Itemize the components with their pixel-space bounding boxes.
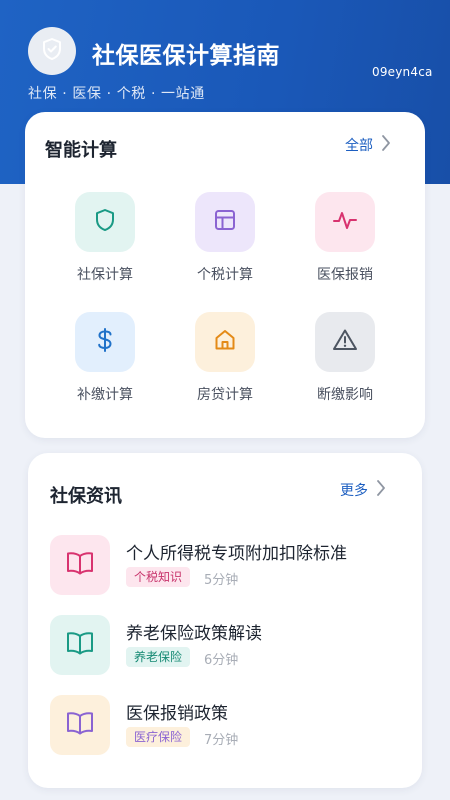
news-item[interactable]: 个人所得税专项附加扣除标准 个税知识 5分钟 [50,535,400,595]
news-read-time: 5分钟 [204,573,239,588]
calc-item-label: 个税计算 [197,267,253,283]
calc-item-mortgage[interactable]: 房贷计算 [165,312,285,404]
news-item[interactable]: 医保报销政策 医疗保险 7分钟 [50,695,400,755]
news-more-link[interactable]: 更多 [340,479,386,501]
shield-icon [94,208,116,236]
smart-calc-card: 智能计算 全部 社保计算 个税计算 医保报销 补缴计算 房贷计算 断缴影响 [25,112,425,438]
app-title: 社保医保计算指南 [92,43,280,69]
home-icon [213,328,237,356]
news-tag: 医疗保险 [126,727,191,747]
news-item-title: 养老保险政策解读 [126,624,262,644]
news-item-title: 医保报销政策 [126,704,228,724]
smart-calc-title: 智能计算 [45,140,117,161]
warning-icon [332,328,358,356]
news-item[interactable]: 养老保险政策解读 养老保险 6分钟 [50,615,400,675]
calc-item-label: 补缴计算 [77,387,133,403]
calc-item-label: 医保报销 [317,267,373,283]
news-thumbnail [50,535,110,595]
chevron-right-icon [381,134,391,156]
news-tag: 个税知识 [126,567,191,587]
calc-item-back-payment[interactable]: 补缴计算 [45,312,165,404]
smart-calc-all-link[interactable]: 全部 [345,134,391,156]
book-icon [65,630,95,660]
calc-tile [75,312,135,372]
more-link-label: 更多 [340,483,368,499]
calc-item-label: 房贷计算 [197,387,253,403]
calc-item-medical-reimbursement[interactable]: 医保报销 [285,192,405,284]
calc-tile [315,312,375,372]
calc-item-payment-gap[interactable]: 断缴影响 [285,312,405,404]
news-tag: 养老保险 [126,647,191,667]
calc-item-income-tax[interactable]: 个税计算 [165,192,285,284]
news-read-time: 6分钟 [204,653,239,668]
shield-icon [41,37,63,65]
grid-icon [213,208,237,236]
calc-item-social-security[interactable]: 社保计算 [45,192,165,284]
news-item-title: 个人所得税专项附加扣除标准 [126,544,347,564]
book-icon [65,710,95,740]
app-logo [28,27,76,75]
app-subtitle: 社保 · 医保 · 个税 · 一站通 [28,86,205,102]
calc-tile [315,192,375,252]
calc-item-label: 断缴影响 [317,387,373,403]
dollar-icon [95,327,115,357]
app-id-label: 09eyn4ca [372,65,433,79]
calc-tile [195,312,255,372]
chevron-right-icon [376,479,386,501]
calc-item-label: 社保计算 [77,267,133,283]
pulse-icon [332,208,358,236]
news-card: 社保资讯 更多 个人所得税专项附加扣除标准 个税知识 5分钟 养老保险政策解读 … [28,453,422,788]
calc-tile [195,192,255,252]
calc-tile [75,192,135,252]
news-thumbnail [50,695,110,755]
news-thumbnail [50,615,110,675]
book-icon [65,550,95,580]
news-title: 社保资讯 [50,486,122,507]
all-link-label: 全部 [345,138,373,154]
news-read-time: 7分钟 [204,733,239,748]
